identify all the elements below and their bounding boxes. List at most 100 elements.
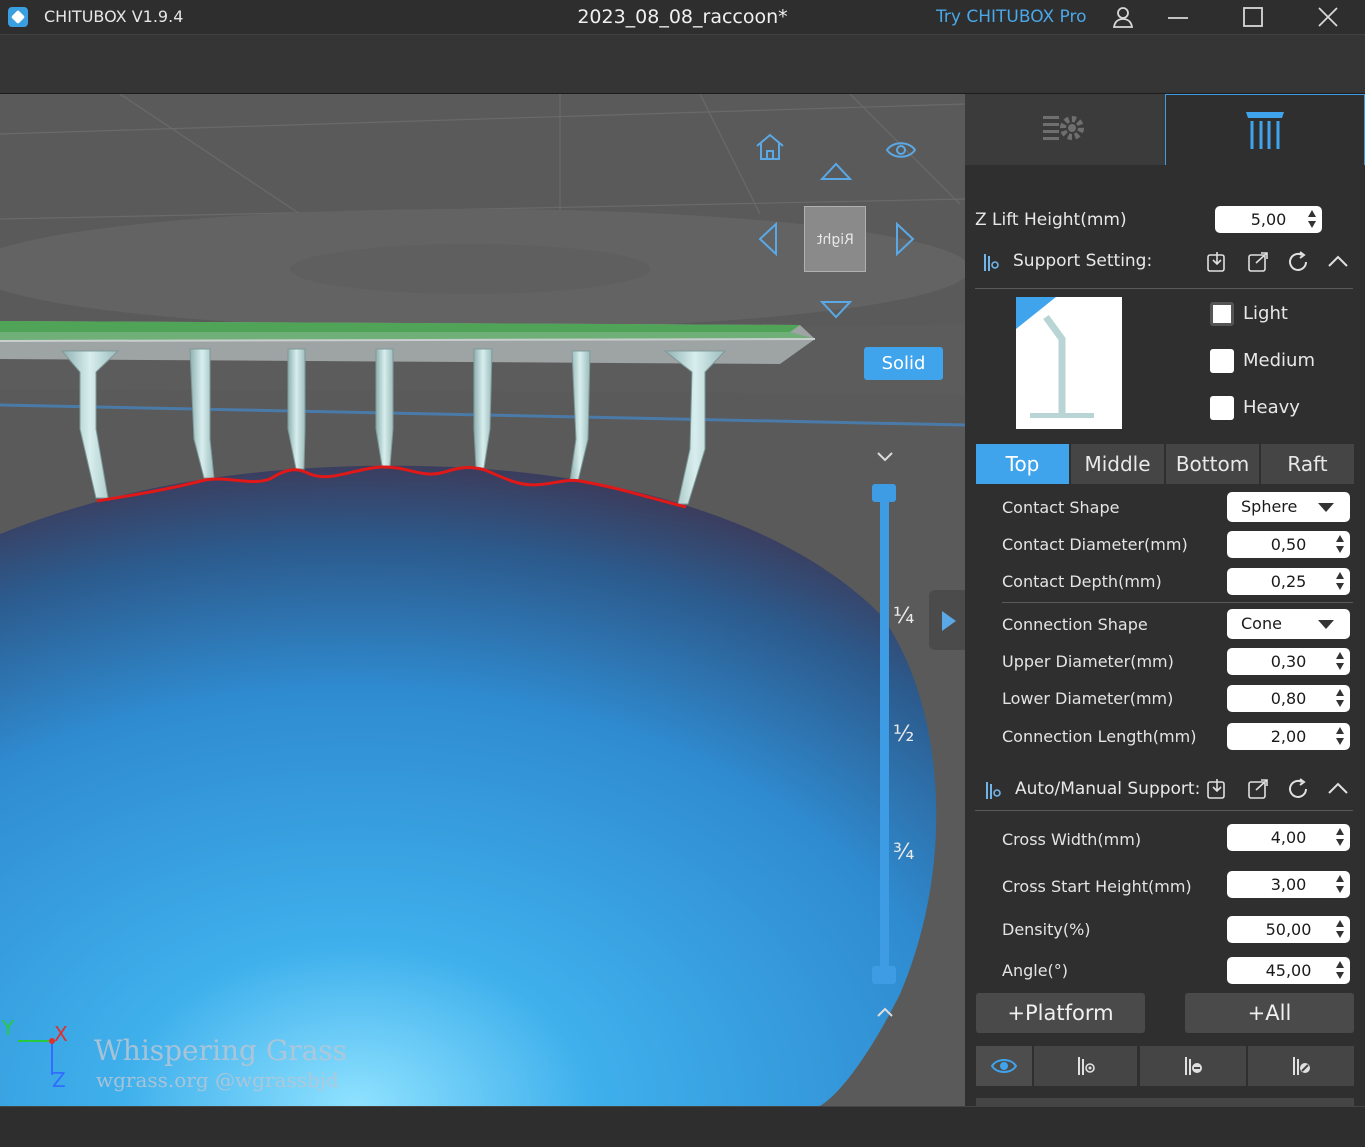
home-view-icon[interactable] (754, 132, 786, 162)
maximize-icon[interactable] (1240, 4, 1266, 30)
contact-shape-select[interactable]: Sphere (1227, 492, 1350, 522)
spin-arrows-icon[interactable] (1336, 874, 1344, 894)
layer-slider-bottom-handle[interactable] (872, 966, 896, 984)
edit-support-icon (1293, 1057, 1310, 1075)
spin-arrows-icon[interactable] (1336, 688, 1344, 708)
auto-support-pin-icon (986, 782, 1001, 799)
layer-slider-track[interactable] (880, 492, 889, 978)
preset-light-checkbox[interactable] (1210, 302, 1234, 326)
watermark-title: Whispering Grass (94, 1034, 348, 1067)
user-icon[interactable] (1110, 4, 1136, 30)
connection-shape-select[interactable]: Cone (1227, 609, 1350, 639)
toggle-support-visibility-button[interactable] (976, 1046, 1032, 1086)
spin-arrows-icon[interactable] (1336, 919, 1344, 939)
lower-diameter-input[interactable]: 0,80 (1227, 685, 1350, 712)
edit-support-tool-button[interactable] (1248, 1046, 1354, 1086)
preset-light-label: Light (1243, 303, 1288, 324)
spin-arrows-icon[interactable] (1336, 960, 1344, 980)
connection-length-label: Connection Length(mm) (1002, 727, 1197, 746)
close-icon[interactable] (1315, 4, 1341, 30)
tab-settings[interactable] (965, 94, 1165, 165)
auto-export-icon[interactable] (1246, 777, 1270, 801)
section-divider (975, 288, 1353, 289)
eye-icon (990, 1059, 1018, 1073)
try-pro-link[interactable]: Try CHITUBOX Pro (936, 7, 1087, 27)
preset-medium-checkbox[interactable] (1210, 349, 1234, 373)
cross-width-input[interactable]: 4,00 (1227, 824, 1350, 851)
title-bar: CHITUBOX V1.9.4 2023_08_08_raccoon* Try … (0, 0, 1365, 34)
spin-arrows-icon[interactable] (1336, 534, 1344, 554)
connection-length-value: 2,00 (1270, 727, 1307, 746)
upper-diameter-label: Upper Diameter(mm) (1002, 652, 1174, 671)
lower-diameter-label: Lower Diameter(mm) (1002, 689, 1174, 708)
export-icon[interactable] (1246, 250, 1270, 274)
document-title: 2023_08_08_raccoon* (577, 6, 788, 28)
axis-z-label: Z (52, 1068, 66, 1092)
contact-depth-label: Contact Depth(mm) (1002, 572, 1162, 591)
auto-collapse-chevron-icon[interactable] (1326, 777, 1350, 801)
add-support-tool-button[interactable] (1034, 1046, 1137, 1086)
z-lift-value: 5,00 (1250, 210, 1287, 229)
view-cube-label: Right (816, 232, 854, 248)
spin-arrows-icon[interactable] (1336, 726, 1344, 746)
cross-start-height-label: Cross Start Height(mm) (1002, 877, 1192, 896)
z-lift-input[interactable]: 5,00 (1215, 206, 1322, 233)
remove-support-tool-button[interactable] (1140, 1046, 1246, 1086)
render-mode-button[interactable]: Solid (864, 347, 943, 380)
support-panel: Z Lift Height(mm) 5,00 Support Setting: … (965, 94, 1365, 1106)
spin-arrows-icon[interactable] (1336, 651, 1344, 671)
view-top-arrow-icon[interactable] (820, 160, 852, 182)
auto-import-icon[interactable] (1205, 777, 1229, 801)
tab-raft[interactable]: Raft (1261, 444, 1354, 484)
panel-collapse-toggle[interactable] (929, 590, 965, 650)
contact-depth-input[interactable]: 0,25 (1227, 568, 1350, 595)
spin-arrows-icon[interactable] (1336, 827, 1344, 847)
visibility-eye-icon[interactable] (885, 139, 917, 161)
view-right-arrow-icon[interactable] (895, 222, 917, 256)
tab-bottom[interactable]: Bottom (1166, 444, 1259, 484)
remove-support-icon (1185, 1057, 1202, 1075)
cross-width-label: Cross Width(mm) (1002, 830, 1142, 849)
support-preview-graphic (1016, 297, 1094, 418)
angle-input[interactable]: 45,00 (1227, 957, 1350, 984)
cross-start-height-value: 3,00 (1270, 875, 1307, 894)
layer-slider-top-handle[interactable] (872, 484, 896, 502)
view-cube[interactable]: Right (804, 206, 866, 272)
upper-diameter-input[interactable]: 0,30 (1227, 648, 1350, 675)
density-input[interactable]: 50,00 (1227, 916, 1350, 943)
import-icon[interactable] (1205, 250, 1229, 274)
reset-icon[interactable] (1286, 250, 1310, 274)
slider-down-chevron-icon[interactable] (874, 449, 896, 465)
lower-diameter-value: 0,80 (1270, 689, 1307, 708)
auto-section-divider (975, 810, 1353, 811)
view-bottom-arrow-icon[interactable] (820, 299, 852, 321)
spin-arrows-icon[interactable] (1336, 571, 1344, 591)
minimize-icon[interactable] (1165, 4, 1191, 30)
preset-heavy-checkbox[interactable] (1210, 396, 1234, 420)
slider-tick-three-quarter: ¾ (893, 840, 915, 865)
viewport-3d[interactable]: Right Solid ¼ ½ ¾ Y X Z Whispering Grass… (0, 94, 965, 1106)
support-pin-icon (984, 254, 999, 271)
preset-medium-label: Medium (1243, 350, 1315, 371)
watermark-handle: wgrass.org @wgrassbjd (96, 1068, 339, 1092)
cross-start-height-input[interactable]: 3,00 (1227, 871, 1350, 898)
view-left-arrow-icon[interactable] (756, 222, 778, 256)
tab-support[interactable] (1165, 94, 1365, 165)
collapse-chevron-icon[interactable] (1326, 250, 1350, 274)
slider-tick-half: ½ (893, 722, 915, 747)
add-all-supports-button[interactable]: +All (1185, 993, 1354, 1033)
cross-width-value: 4,00 (1270, 828, 1307, 847)
slider-up-chevron-icon[interactable] (874, 1004, 896, 1020)
add-platform-supports-button[interactable]: +Platform (976, 993, 1145, 1033)
contact-shape-label: Contact Shape (1002, 498, 1120, 517)
spin-arrows-icon[interactable] (1308, 209, 1316, 229)
angle-label: Angle(°) (1002, 961, 1069, 980)
contact-depth-value: 0,25 (1270, 572, 1307, 591)
upper-diameter-value: 0,30 (1270, 652, 1307, 671)
tab-middle[interactable]: Middle (1071, 444, 1164, 484)
contact-diameter-input[interactable]: 0,50 (1227, 531, 1350, 558)
tab-top[interactable]: Top (976, 444, 1069, 484)
auto-reset-icon[interactable] (1286, 777, 1310, 801)
connection-length-input[interactable]: 2,00 (1227, 723, 1350, 750)
z-lift-label: Z Lift Height(mm) (975, 210, 1127, 230)
